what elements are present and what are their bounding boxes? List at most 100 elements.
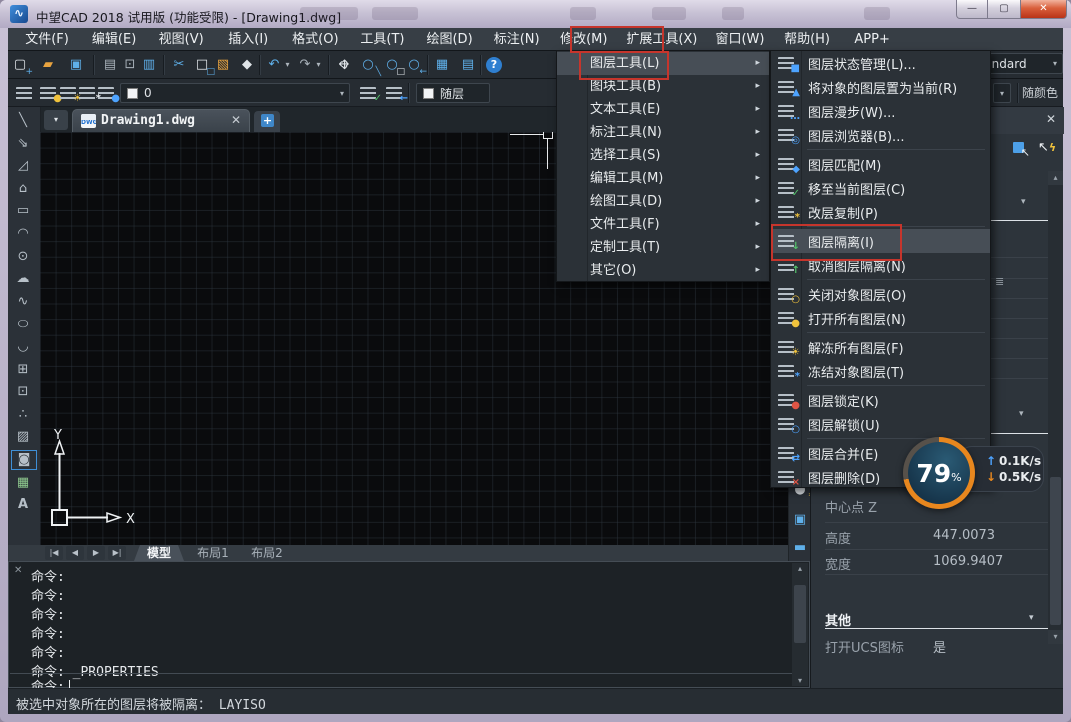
color-combo[interactable]: 随层 <box>416 83 490 103</box>
property-value[interactable]: 1069.9407 <box>933 554 1003 569</box>
menu-file[interactable]: 文件(F) <box>16 29 78 51</box>
paste-icon[interactable]: ▧ <box>213 54 233 76</box>
new-file-icon[interactable]: ▢+ <box>10 54 30 76</box>
region-icon[interactable]: ◙ <box>11 450 37 470</box>
cut-icon[interactable]: ✂ <box>169 54 189 76</box>
menu-item-block-tools[interactable]: 图块工具(B)▸ <box>557 75 769 98</box>
layer-unlock-icon[interactable]: ● <box>98 87 114 100</box>
block-editor-icon[interactable]: ▣ <box>790 509 810 531</box>
submenu-item-thaw-all-layers[interactable]: ☀解冻所有图层(F) <box>771 335 990 359</box>
menu-item-custom-tools[interactable]: 定制工具(T)▸ <box>557 236 769 259</box>
new-document-tab[interactable]: + <box>254 111 280 132</box>
close-icon[interactable]: ✕ <box>1046 112 1056 126</box>
scroll-down-icon[interactable]: ▾ <box>1048 630 1063 644</box>
ellipse-icon[interactable]: ○ <box>11 314 35 334</box>
properties-palette-icon[interactable]: ▤ <box>458 54 478 76</box>
polyline-icon[interactable]: ◿ <box>11 156 35 176</box>
menu-express-tools[interactable]: 扩展工具(X) <box>620 29 704 51</box>
viewport-icon[interactable]: ▬ <box>790 537 810 559</box>
menu-item-edit-tools[interactable]: 编辑工具(M)▸ <box>557 167 769 190</box>
submenu-item-freeze-object-layer[interactable]: *冻结对象图层(T) <box>771 359 990 383</box>
circle-icon[interactable]: ⊙ <box>11 247 35 267</box>
match-properties-icon[interactable]: ◆ <box>237 54 257 76</box>
linetype-combo-caret[interactable]: ▾ <box>993 83 1011 103</box>
menu-help[interactable]: 帮助(H) <box>776 29 838 51</box>
command-line-panel[interactable]: ✕ 命令: 命令: 命令: 命令: 命令: 命令: _PROPERTIES 命令… <box>8 561 810 688</box>
redo-dropdown-caret[interactable]: ▾ <box>313 54 324 76</box>
first-tab-button[interactable]: |◀ <box>45 546 63 560</box>
arc-icon[interactable]: ◠ <box>11 224 35 244</box>
chevron-down-icon[interactable]: ▾ <box>1053 59 1057 68</box>
print-preview-icon[interactable]: ⊡ <box>120 54 140 76</box>
submenu-item-layer-unisolate[interactable]: ↑取消图层隔离(N) <box>771 253 990 277</box>
point-icon[interactable]: ∴ <box>11 405 35 425</box>
layer-off-icon[interactable]: ● <box>40 87 56 100</box>
menu-app-plus[interactable]: APP+ <box>843 29 901 51</box>
zoom-realtime-icon[interactable]: ○╲ <box>358 54 378 76</box>
ellipse-arc-icon[interactable]: ◡ <box>11 337 35 357</box>
layer-combo[interactable]: 0 ▾ <box>120 83 350 103</box>
chevron-down-icon[interactable]: ▾ <box>340 89 344 98</box>
close-icon[interactable]: ✕ <box>14 565 22 576</box>
undo-icon[interactable]: ↶ <box>264 54 284 76</box>
minimize-button[interactable]: — <box>956 0 988 19</box>
plot-style-combo[interactable]: 随颜色 <box>1022 83 1063 103</box>
zoom-previous-icon[interactable]: ○← <box>404 54 424 76</box>
document-tab[interactable]: DWG Drawing1.dwg ✕ <box>72 109 250 132</box>
menu-tools[interactable]: 工具(T) <box>351 29 413 51</box>
tab-layout1[interactable]: 布局1 <box>188 545 238 561</box>
menu-item-draw-tools[interactable]: 绘图工具(D)▸ <box>557 190 769 213</box>
insert-block-icon[interactable]: ⊞ <box>11 360 35 380</box>
menu-dimension[interactable]: 标注(N) <box>486 29 548 51</box>
tab-model[interactable]: 模型 <box>134 545 184 561</box>
submenu-item-layer-match[interactable]: ◆图层匹配(M) <box>771 152 990 176</box>
submenu-item-layer-isolate[interactable]: ↓图层隔离(I) <box>771 229 990 253</box>
submenu-item-move-to-current-layer[interactable]: ✓移至当前图层(C) <box>771 176 990 200</box>
scroll-down-icon[interactable]: ▾ <box>792 676 808 685</box>
scroll-up-icon[interactable]: ▴ <box>1048 171 1063 185</box>
copy-icon[interactable]: □□ <box>192 54 212 76</box>
last-tab-button[interactable]: ▶| <box>108 546 126 560</box>
table-icon[interactable]: ▦ <box>432 54 452 76</box>
prev-tab-button[interactable]: ◀ <box>66 546 84 560</box>
submenu-item-copy-to-layer[interactable]: *改层复制(P) <box>771 200 990 224</box>
submenu-item-layer-unlock[interactable]: ○图层解锁(U) <box>771 412 990 436</box>
submenu-item-layer-lock[interactable]: ●图层锁定(K) <box>771 388 990 412</box>
zoom-window-icon[interactable]: ○□ <box>382 54 402 76</box>
close-button[interactable]: ✕ <box>1020 0 1067 19</box>
print-icon[interactable]: ▤ <box>100 54 120 76</box>
menu-view[interactable]: 视图(V) <box>150 29 212 51</box>
menu-draw[interactable]: 绘图(D) <box>419 29 481 51</box>
layer-new-icon[interactable]: * <box>79 87 95 100</box>
mtext-icon[interactable]: A <box>11 495 35 515</box>
revision-cloud-icon[interactable]: ☁ <box>11 269 35 289</box>
layer-properties-manager-icon[interactable] <box>16 87 32 100</box>
section-header-other[interactable]: 其他 <box>825 610 851 629</box>
menu-window[interactable]: 窗口(W) <box>709 29 771 51</box>
submenu-item-layer-off[interactable]: ○关闭对象图层(O) <box>771 282 990 306</box>
section-collapse-caret[interactable]: ▾ <box>1021 197 1026 207</box>
redo-icon[interactable]: ↷ <box>295 54 315 76</box>
menu-edit[interactable]: 编辑(E) <box>83 29 145 51</box>
menu-insert[interactable]: 插入(I) <box>217 29 279 51</box>
scrollbar-thumb[interactable] <box>794 585 806 643</box>
menu-item-text-tools[interactable]: 文本工具(E)▸ <box>557 98 769 121</box>
section-collapse-caret[interactable]: ▾ <box>1029 613 1034 623</box>
menu-item-file-tools[interactable]: 文件工具(F)▸ <box>557 213 769 236</box>
layer-previous-icon[interactable]: ← <box>386 87 402 100</box>
save-icon[interactable]: ▣ <box>66 54 86 76</box>
make-block-icon[interactable]: ⊡ <box>11 382 35 402</box>
line-icon[interactable]: ╲ <box>11 111 35 131</box>
next-tab-button[interactable]: ▶ <box>87 546 105 560</box>
close-doc-icon[interactable]: ✕ <box>231 113 241 127</box>
section-collapse-caret[interactable]: ▾ <box>1019 409 1024 419</box>
scrollbar-thumb[interactable] <box>1050 477 1061 625</box>
property-value[interactable]: 447.0073 <box>933 528 995 543</box>
make-object-layer-current-icon[interactable]: ✓ <box>360 87 376 100</box>
menu-item-dimension-tools[interactable]: 标注工具(N)▸ <box>557 121 769 144</box>
doc-list-dropdown[interactable]: ▾ <box>44 110 68 130</box>
menu-item-layer-tools[interactable]: 图层工具(L)▸ <box>557 52 769 75</box>
scroll-up-icon[interactable]: ▴ <box>792 564 808 573</box>
plot-icon[interactable]: ▥ <box>139 54 159 76</box>
submenu-item-layer-walk[interactable]: …图层漫步(W)... <box>771 99 990 123</box>
